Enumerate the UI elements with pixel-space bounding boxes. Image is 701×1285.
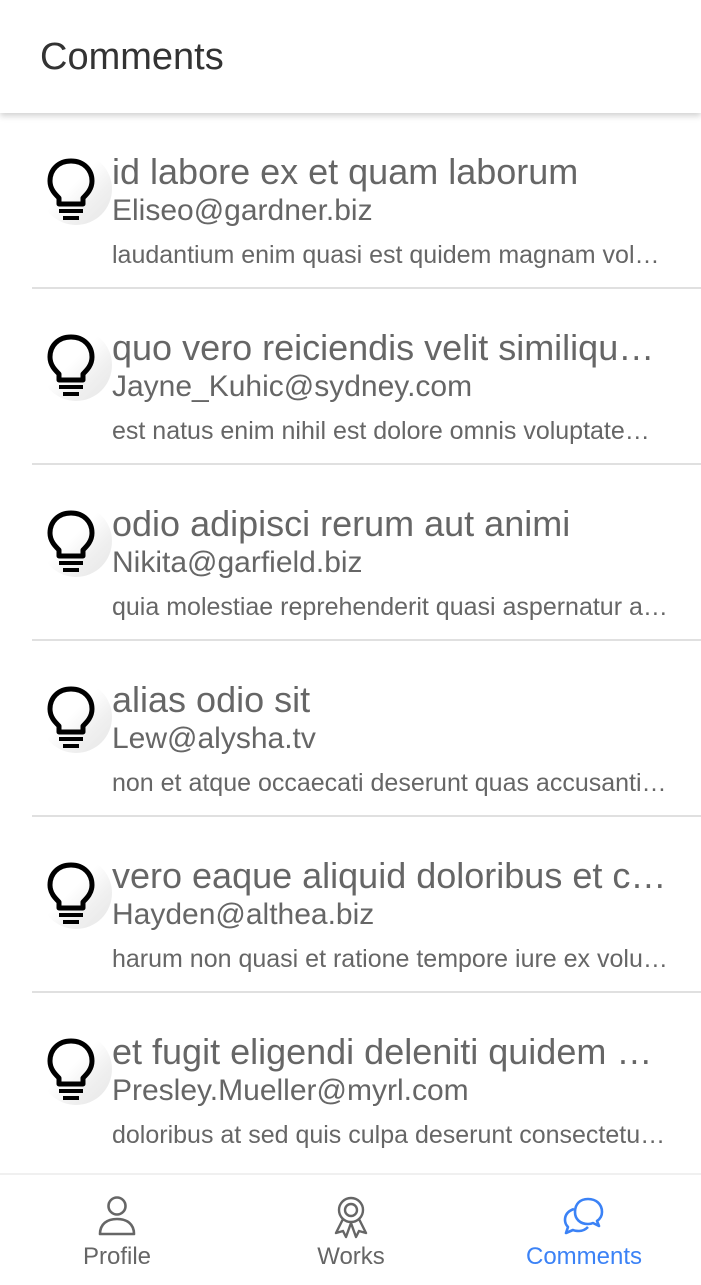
tab-profile[interactable]: Profile (0, 1175, 234, 1285)
avatar (40, 681, 112, 753)
chat-bubbles-icon (563, 1197, 604, 1235)
lightbulb-icon (47, 510, 95, 572)
avatar (40, 1033, 112, 1105)
comment-title: odio adipisci rerum aut animi (112, 503, 571, 544)
comment-title: alias odio sit (112, 679, 311, 720)
list-item[interactable]: quo vero reiciendis velit similique earu… (0, 289, 701, 465)
comment-title: et fugit eligendi deleniti quidem qui si… (112, 1031, 669, 1072)
list-item[interactable]: odio adipisci rerum aut animi Nikita@gar… (0, 465, 701, 641)
tab-works[interactable]: Works (234, 1175, 468, 1285)
avatar (40, 153, 112, 225)
lightbulb-icon (47, 334, 95, 396)
comment-body: non et atque occaecati deserunt quas acc… (112, 769, 669, 797)
comment-body: quia molestiae reprehenderit quasi asper… (112, 593, 669, 621)
tab-label: Comments (525, 1243, 643, 1270)
app-header: Comments (0, 0, 701, 113)
avatar (40, 505, 112, 577)
comment-email: Presley.Mueller@myrl.com (112, 1074, 469, 1107)
person-icon (98, 1196, 136, 1236)
list-item[interactable]: alias odio sit Lew@alysha.tv non et atqu… (0, 641, 701, 817)
lightbulb-icon (47, 686, 95, 748)
comment-texts: odio adipisci rerum aut animi Nikita@gar… (112, 503, 669, 623)
comment-texts: vero eaque aliquid doloribus et culpa Ha… (112, 855, 669, 975)
tab-label: Profile (82, 1243, 152, 1270)
comment-body: laudantium enim quasi est quidem magnam … (112, 241, 669, 269)
page-title: Comments (40, 36, 224, 78)
avatar (40, 329, 112, 401)
comment-title: id labore ex et quam laborum (112, 151, 579, 192)
list-item[interactable]: vero eaque aliquid doloribus et culpa Ha… (0, 817, 701, 993)
comment-body: doloribus at sed quis culpa deserunt con… (112, 1121, 669, 1149)
comment-texts: alias odio sit Lew@alysha.tv non et atqu… (112, 679, 669, 799)
lightbulb-icon (47, 158, 95, 220)
comment-texts: et fugit eligendi deleniti quidem qui si… (112, 1031, 669, 1151)
bottom-tab-bar: Profile Works Comments (0, 1173, 701, 1285)
lightbulb-icon (47, 1038, 95, 1100)
comment-title: vero eaque aliquid doloribus et culpa (112, 855, 669, 896)
comment-email: Hayden@althea.biz (112, 898, 375, 931)
comment-email: Jayne_Kuhic@sydney.com (112, 370, 473, 403)
comment-body: harum non quasi et ratione tempore iure … (112, 945, 669, 973)
comment-email: Lew@alysha.tv (112, 722, 316, 755)
comment-texts: quo vero reiciendis velit similique earu… (112, 327, 669, 447)
award-ribbon-icon (334, 1196, 368, 1239)
comment-list[interactable]: id labore ex et quam laborum Eliseo@gard… (0, 113, 701, 1169)
comment-email: Eliseo@gardner.biz (112, 194, 373, 227)
comment-texts: id labore ex et quam laborum Eliseo@gard… (112, 151, 669, 271)
app-root: Comments id labore ex et quam laborum El… (0, 0, 701, 1285)
comment-title: quo vero reiciendis velit similique earu… (112, 327, 669, 368)
lightbulb-icon (47, 862, 95, 924)
comment-email: Nikita@garfield.biz (112, 546, 363, 579)
list-item[interactable]: et fugit eligendi deleniti quidem qui si… (0, 993, 701, 1169)
list-item[interactable]: id labore ex et quam laborum Eliseo@gard… (0, 113, 701, 289)
comment-body: est natus enim nihil est dolore omnis vo… (112, 417, 669, 445)
avatar (40, 857, 112, 929)
tab-label: Works (317, 1243, 385, 1270)
tab-comments[interactable]: Comments (467, 1175, 701, 1285)
